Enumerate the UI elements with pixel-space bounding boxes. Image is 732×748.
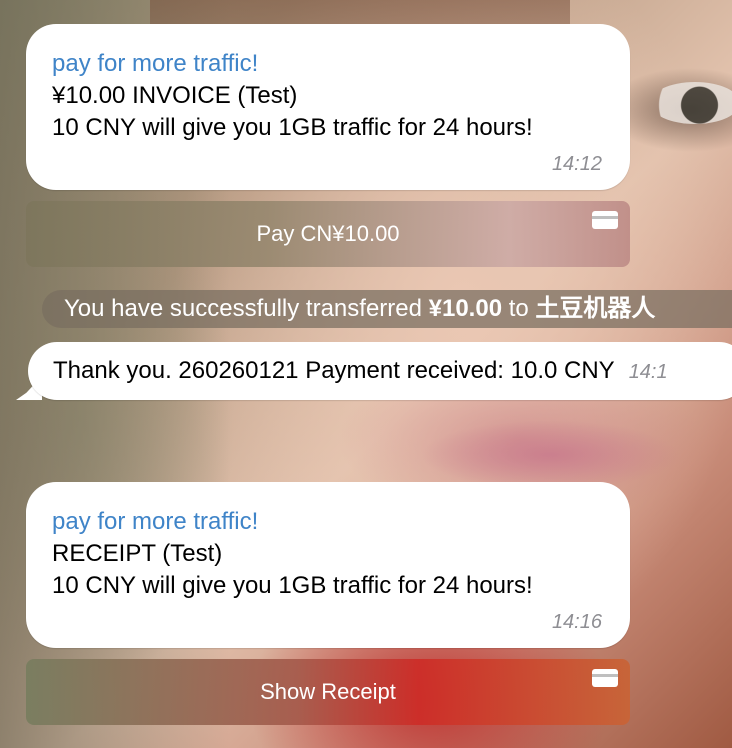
service-message-middle: to <box>502 295 536 322</box>
wallpaper-lips <box>420 420 680 490</box>
receipt-title: RECEIPT (Test) <box>52 540 223 567</box>
receipt-sender-name[interactable]: pay for more traffic! <box>52 506 604 538</box>
receipt-description: 10 CNY will give you 1GB traffic for 24 … <box>52 572 533 599</box>
service-message-prefix: You have successfully transferred <box>64 295 429 322</box>
invoice-sender-name[interactable]: pay for more traffic! <box>52 48 604 80</box>
credit-card-icon <box>592 211 618 229</box>
service-message-recipient[interactable]: 土豆机器人 <box>535 295 655 322</box>
credit-card-icon <box>592 669 618 687</box>
service-message-amount: ¥10.00 <box>428 295 503 322</box>
receipt-timestamp: 14:16 <box>551 611 602 633</box>
invoice-title: ¥10.00 INVOICE (Test) <box>52 82 298 109</box>
invoice-message-bubble[interactable]: pay for more traffic! ¥10.00 INVOICE (Te… <box>26 24 630 190</box>
show-receipt-button-label: Show Receipt <box>260 679 396 704</box>
receipt-message-bubble[interactable]: pay for more traffic! RECEIPT (Test) 10 … <box>26 482 630 648</box>
incoming-message-text: Thank you. 260260121 Payment received: 1… <box>53 357 615 384</box>
invoice-description: 10 CNY will give you 1GB traffic for 24 … <box>52 114 533 141</box>
service-message-pill: You have successfully transferred ¥10.00… <box>42 290 732 328</box>
pay-button-label: Pay CN¥10.00 <box>256 221 400 246</box>
show-receipt-button[interactable]: Show Receipt <box>26 659 630 725</box>
incoming-message-timestamp: 14:1 <box>628 361 668 383</box>
invoice-timestamp: 14:12 <box>551 153 602 175</box>
incoming-message-bubble[interactable]: Thank you. 260260121 Payment received: 1… <box>28 342 732 400</box>
pay-button[interactable]: Pay CN¥10.00 <box>26 201 630 267</box>
wallpaper-eye <box>650 82 732 124</box>
